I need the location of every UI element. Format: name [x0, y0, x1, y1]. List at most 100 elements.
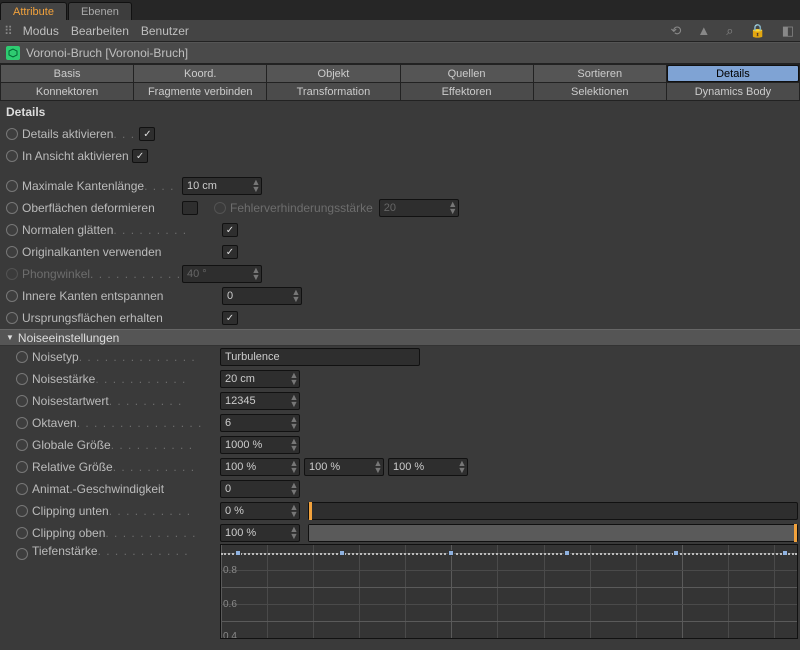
anim-dot[interactable] [16, 439, 28, 451]
lbl-clip-oben: Clipping oben [32, 526, 105, 540]
anim-dot[interactable] [16, 351, 28, 363]
tab-quellen[interactable]: Quellen [401, 65, 533, 82]
disclosure-icon: ▼ [6, 333, 14, 342]
anim-dot[interactable] [6, 312, 18, 324]
menu-bearbeiten[interactable]: Bearbeiten [71, 24, 129, 38]
lbl-relative-groesse: Relative Größe [32, 460, 113, 474]
anim-dot[interactable] [16, 395, 28, 407]
tab-details[interactable]: Details [667, 65, 799, 82]
slider-clip-unten[interactable] [308, 502, 798, 520]
grip-icon[interactable]: ⠿ [4, 24, 11, 38]
anim-dot[interactable] [6, 224, 18, 236]
chk-ursprung[interactable]: ✓ [222, 311, 238, 325]
graph-ylabel: 0.4 [223, 631, 237, 639]
spline-point[interactable] [564, 550, 570, 556]
spline-point[interactable] [448, 550, 454, 556]
slider-clip-oben[interactable] [308, 524, 798, 542]
lbl-details-aktivieren: Details aktivieren [22, 127, 113, 141]
lbl-ober-deform: Oberflächen deformieren [22, 201, 155, 215]
input-max-kanten[interactable]: ▲▼ [182, 177, 262, 195]
tab-selektionen[interactable]: Selektionen [534, 83, 666, 100]
attribute-menubar: ⠿ Modus Bearbeiten Benutzer ⟲ ▲ ⌕ 🔒 ◧ [0, 20, 800, 42]
anim-dot[interactable] [6, 246, 18, 258]
input-rel-x[interactable]: ▲▼ [220, 458, 300, 476]
input-innere-kanten[interactable]: ▲▼ [222, 287, 302, 305]
chk-normalen[interactable]: ✓ [222, 223, 238, 237]
lbl-globale-groesse: Globale Größe [32, 438, 111, 452]
lbl-phong: Phongwinkel [22, 267, 90, 281]
spline-point[interactable] [235, 550, 241, 556]
anim-dot[interactable] [16, 417, 28, 429]
anim-dot[interactable] [16, 505, 28, 517]
input-clip-unten[interactable]: ▲▼ [220, 502, 300, 520]
tab-transformation[interactable]: Transformation [267, 83, 399, 100]
input-oktaven[interactable]: ▲▼ [220, 414, 300, 432]
lbl-normalen: Normalen glätten [22, 223, 113, 237]
input-phong: ▲▼ [182, 265, 262, 283]
anim-dot[interactable] [16, 548, 28, 560]
tab-fragmente[interactable]: Fragmente verbinden [134, 83, 266, 100]
anim-dot[interactable] [6, 128, 18, 140]
anim-dot[interactable] [6, 290, 18, 302]
chk-in-ansicht[interactable]: ✓ [132, 149, 148, 163]
noise-subheader[interactable]: ▼Noiseeinstellungen [0, 329, 800, 346]
tab-konnektoren[interactable]: Konnektoren [1, 83, 133, 100]
anim-dot[interactable] [16, 483, 28, 495]
anim-dot[interactable] [6, 202, 18, 214]
history-icon[interactable]: ⟲ [668, 23, 683, 39]
spline-point[interactable] [782, 550, 788, 556]
input-noisestart[interactable]: ▲▼ [220, 392, 300, 410]
tab-sortieren[interactable]: Sortieren [534, 65, 666, 82]
graph-ylabel: 0.8 [223, 565, 237, 576]
spline-graph[interactable]: 0.8 0.6 0.4 [220, 544, 798, 639]
input-globale-groesse[interactable]: ▲▼ [220, 436, 300, 454]
new-window-icon[interactable]: ◧ [780, 23, 796, 39]
anim-dot[interactable] [16, 461, 28, 473]
tab-attribute[interactable]: Attribute [0, 2, 67, 20]
lbl-fehler: Fehlerverhinderungsstärke [230, 201, 373, 215]
search-icon[interactable]: ⌕ [724, 23, 735, 39]
lbl-max-kanten: Maximale Kantenlänge [22, 179, 144, 193]
chk-ober-deform[interactable]: ✓ [182, 201, 198, 215]
menu-benutzer[interactable]: Benutzer [141, 24, 189, 38]
spline-point[interactable] [339, 550, 345, 556]
object-name: Voronoi-Bruch [Voronoi-Bruch] [26, 46, 188, 60]
chk-details-aktivieren[interactable]: ✓ [139, 127, 155, 141]
up-arrow-icon[interactable]: ▲ [695, 23, 712, 38]
lbl-in-ansicht: In Ansicht aktivieren [22, 149, 129, 163]
tab-ebenen[interactable]: Ebenen [68, 2, 132, 20]
anim-dot [6, 268, 18, 280]
lbl-tiefenstaerke: Tiefenstärke [32, 544, 98, 558]
section-title: Details [0, 101, 800, 121]
input-anim-geschw[interactable]: ▲▼ [220, 480, 300, 498]
lbl-noisestaerke: Noisestärke [32, 372, 95, 386]
input-fehler: ▲▼ [379, 199, 459, 217]
lbl-anim-geschw: Animat.-Geschwindigkeit [32, 482, 164, 496]
anim-dot[interactable] [16, 373, 28, 385]
anim-dot [214, 202, 226, 214]
lock-icon[interactable]: 🔒 [748, 23, 768, 39]
anim-dot[interactable] [6, 150, 18, 162]
lbl-innere-kanten: Innere Kanten entspannen [22, 289, 163, 303]
input-noisestaerke[interactable]: ▲▼ [220, 370, 300, 388]
lbl-originalkanten: Originalkanten verwenden [22, 245, 161, 259]
anim-dot[interactable] [16, 527, 28, 539]
chk-originalkanten[interactable]: ✓ [222, 245, 238, 259]
tab-basis[interactable]: Basis [1, 65, 133, 82]
tab-koord[interactable]: Koord. [134, 65, 266, 82]
lbl-clip-unten: Clipping unten [32, 504, 109, 518]
anim-dot[interactable] [6, 180, 18, 192]
tab-objekt[interactable]: Objekt [267, 65, 399, 82]
lbl-ursprung: Ursprungsflächen erhalten [22, 311, 163, 325]
lbl-noisetyp: Noisetyp [32, 350, 79, 364]
attribute-tabs: Basis Koord. Objekt Quellen Sortieren De… [0, 64, 800, 101]
input-clip-oben[interactable]: ▲▼ [220, 524, 300, 542]
menu-modus[interactable]: Modus [23, 24, 59, 38]
spline-line [221, 553, 797, 555]
input-rel-y[interactable]: ▲▼ [304, 458, 384, 476]
input-rel-z[interactable]: ▲▼ [388, 458, 468, 476]
tab-effektoren[interactable]: Effektoren [401, 83, 533, 100]
tab-dynamics[interactable]: Dynamics Body [667, 83, 799, 100]
spline-point[interactable] [673, 550, 679, 556]
select-noisetyp[interactable]: Turbulence [220, 348, 420, 366]
